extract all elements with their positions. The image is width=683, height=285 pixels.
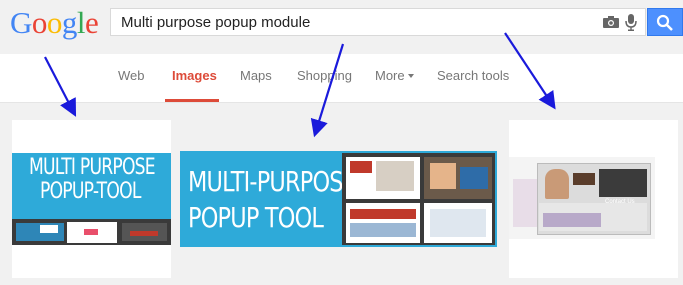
image-result-2[interactable]: MULTI-PURPOSE POPUP TOOL xyxy=(180,151,497,247)
result-1-thumbnail: MULTI PURPOSE POPUP-TOOL xyxy=(12,153,171,245)
tab-images[interactable]: Images xyxy=(172,68,217,83)
logo-letter: o xyxy=(31,5,48,40)
header: Google Multi purpose popup module xyxy=(0,0,683,54)
microphone-icon[interactable] xyxy=(625,14,637,31)
logo-letter: G xyxy=(10,5,32,40)
result-1-thumb-line-2: POPUP-TOOL xyxy=(40,179,141,204)
image-result-3[interactable]: Contact Us xyxy=(509,120,678,278)
result-2-thumb-line-2: POPUP TOOL xyxy=(188,201,324,234)
active-tab-indicator xyxy=(165,99,219,102)
tab-more-label: More xyxy=(375,68,405,83)
screenshot-collage xyxy=(342,153,495,245)
search-query[interactable]: Multi purpose popup module xyxy=(121,14,310,31)
result-3-thumbnail: Contact Us xyxy=(509,157,655,239)
chevron-down-icon xyxy=(407,74,414,78)
image-results: MULTI PURPOSE POPUP-TOOL MULTI-PURPOSE P… xyxy=(0,103,683,285)
logo-letter: o xyxy=(46,5,63,40)
logo-letter: e xyxy=(85,5,99,40)
tab-search-tools[interactable]: Search tools xyxy=(437,68,509,83)
result-2-thumbnail: MULTI-PURPOSE POPUP TOOL xyxy=(180,151,497,247)
search-input[interactable]: Multi purpose popup module xyxy=(110,8,646,36)
result-1-thumb-line-1: MULTI PURPOSE xyxy=(29,155,156,180)
camera-icon[interactable] xyxy=(603,16,619,28)
image-result-1[interactable]: MULTI PURPOSE POPUP-TOOL xyxy=(12,120,171,278)
result-3-caption: Contact Us xyxy=(605,199,635,205)
tab-maps[interactable]: Maps xyxy=(240,68,272,83)
tab-web[interactable]: Web xyxy=(118,68,145,83)
search-button[interactable] xyxy=(647,8,683,36)
result-2-thumb-line-1: MULTI-PURPOSE xyxy=(188,165,357,198)
tab-shopping[interactable]: Shopping xyxy=(297,68,352,83)
logo-letter: g xyxy=(61,5,78,40)
google-logo[interactable]: Google xyxy=(10,5,99,41)
logo-letter: l xyxy=(76,5,86,40)
search-icon xyxy=(656,14,673,31)
search-tabs: Web Images Maps Shopping More Search too… xyxy=(0,54,683,103)
tab-more[interactable]: More xyxy=(375,68,414,83)
screenshot-strip xyxy=(12,219,171,245)
